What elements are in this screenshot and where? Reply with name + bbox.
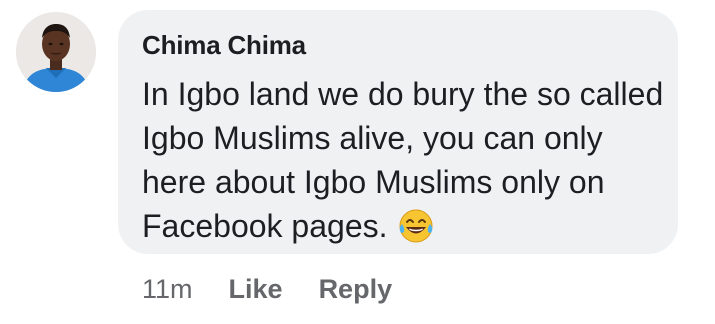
- laughing-emoji-icon: [398, 208, 434, 244]
- comment-body: In Igbo land we do bury the so called Ig…: [142, 72, 667, 248]
- avatar-photo: [16, 12, 96, 92]
- avatar[interactable]: [16, 12, 96, 92]
- like-button[interactable]: Like: [229, 274, 283, 305]
- comment-author[interactable]: Chima Chima: [142, 30, 306, 61]
- comment-actions: 11m Like Reply: [142, 272, 428, 306]
- comment: Chima Chima In Igbo land we do bury the …: [0, 0, 715, 324]
- comment-timestamp[interactable]: 11m: [142, 274, 193, 305]
- comment-bubble: Chima Chima In Igbo land we do bury the …: [118, 10, 678, 254]
- reply-button[interactable]: Reply: [319, 274, 393, 305]
